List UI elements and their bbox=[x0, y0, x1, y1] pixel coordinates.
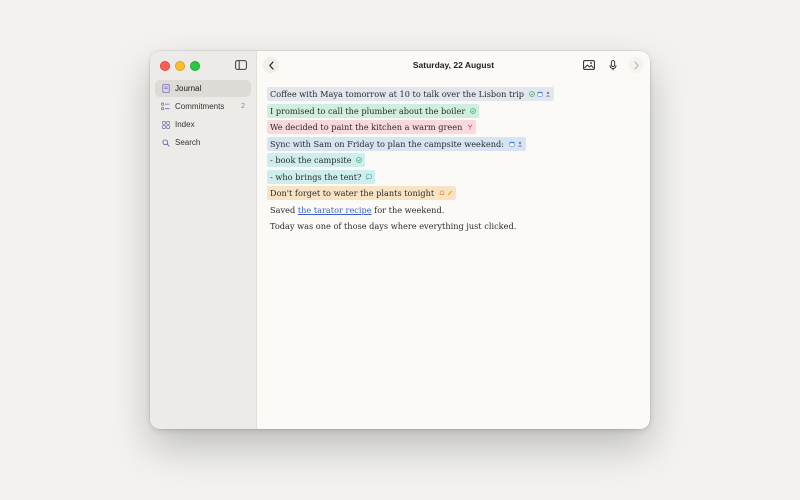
person-icon bbox=[545, 91, 551, 97]
dictation-button[interactable] bbox=[606, 59, 620, 71]
entry-text-prefix: Saved bbox=[270, 204, 298, 215]
sidebar-item-index[interactable]: Index bbox=[155, 116, 251, 133]
forward-button[interactable] bbox=[628, 57, 644, 73]
person-icon bbox=[517, 141, 523, 147]
app-window: Journal Commitments 2 Index Search Satur… bbox=[150, 51, 650, 429]
journal-main: Saturday, 22 August Coffee with Maya tom… bbox=[257, 51, 650, 429]
journal-entry: I promised to call the plumber about the… bbox=[267, 103, 640, 120]
microphone-icon bbox=[609, 59, 617, 70]
close-window-button[interactable] bbox=[160, 61, 170, 71]
sidebar-item-label: Index bbox=[175, 120, 195, 129]
check-icon bbox=[470, 107, 477, 114]
maximize-window-button[interactable] bbox=[190, 61, 200, 71]
commitments-count-badge: 2 bbox=[241, 103, 245, 110]
entry-text: Saved the tarator recipe for the weekend… bbox=[267, 205, 447, 215]
entry-text: Today was one of those days where everyt… bbox=[270, 221, 517, 232]
journal-entry: Sync with Sam on Friday to plan the camp… bbox=[267, 136, 640, 153]
entry-highlight[interactable]: Sync with Sam on Friday to plan the camp… bbox=[267, 136, 526, 151]
window-controls bbox=[160, 61, 200, 71]
entry-text: Don't forget to water the plants tonight bbox=[270, 188, 435, 199]
journal-entry: Saved the tarator recipe for the weekend… bbox=[267, 202, 640, 219]
sidebar-item-label: Search bbox=[175, 138, 201, 147]
image-icon bbox=[583, 60, 595, 70]
pencil-icon bbox=[447, 190, 453, 196]
sidebar-toggle-button[interactable] bbox=[234, 59, 248, 71]
entry-highlight[interactable]: - who brings the tent? bbox=[267, 169, 376, 184]
entry-tags bbox=[356, 157, 363, 164]
entry-text: - book the campsite bbox=[270, 155, 352, 166]
check-icon bbox=[356, 157, 363, 164]
toolbar: Saturday, 22 August bbox=[257, 51, 650, 79]
search-icon bbox=[161, 138, 170, 147]
sidebar-item-label: Journal bbox=[175, 84, 202, 93]
entry-text: - who brings the tent? bbox=[270, 171, 362, 182]
entry-text: Sync with Sam on Friday to plan the camp… bbox=[270, 138, 504, 149]
entry-tags bbox=[439, 190, 453, 196]
calendar-icon bbox=[509, 141, 515, 147]
journal-entry: Don't forget to water the plants tonight bbox=[267, 185, 640, 202]
entry-highlight[interactable]: - book the campsite bbox=[267, 153, 366, 168]
entry-text: I promised to call the plumber about the… bbox=[270, 105, 466, 116]
minimize-window-button[interactable] bbox=[175, 61, 185, 71]
entry-tags bbox=[509, 141, 523, 147]
check-icon bbox=[529, 91, 535, 98]
entry-highlight[interactable]: Coffee with Maya tomorrow at 10 to talk … bbox=[267, 87, 555, 102]
journal-entry: Coffee with Maya tomorrow at 10 to talk … bbox=[267, 86, 640, 103]
entry-text-suffix: for the weekend. bbox=[371, 204, 445, 215]
sidebar-item-commitments[interactable]: Commitments 2 bbox=[155, 98, 251, 115]
journal-icon bbox=[161, 84, 170, 93]
entry-highlight[interactable]: I promised to call the plumber about the… bbox=[267, 103, 480, 118]
recipe-link[interactable]: the tarator recipe bbox=[298, 205, 372, 215]
entry-tags bbox=[366, 173, 373, 180]
sidebar: Journal Commitments 2 Index Search bbox=[150, 51, 257, 429]
chevron-right-icon bbox=[633, 60, 639, 70]
decision-fork-icon bbox=[467, 124, 473, 130]
journal-entry: We decided to paint the kitchen a warm g… bbox=[267, 119, 640, 136]
journal-entry: Today was one of those days where everyt… bbox=[267, 218, 640, 235]
entry-text: Coffee with Maya tomorrow at 10 to talk … bbox=[270, 89, 525, 100]
entry-tags bbox=[467, 124, 473, 130]
commitments-icon bbox=[161, 102, 170, 111]
journal-entry: - book the campsite bbox=[267, 152, 640, 169]
question-bubble-icon bbox=[366, 173, 373, 180]
entry-highlight[interactable]: We decided to paint the kitchen a warm g… bbox=[267, 120, 477, 135]
entry-tags bbox=[529, 91, 551, 98]
entry-tags bbox=[470, 107, 477, 114]
insert-image-button[interactable] bbox=[582, 59, 596, 71]
sidebar-toggle-icon bbox=[235, 60, 247, 70]
journal-entry: - who brings the tent? bbox=[267, 169, 640, 186]
journal-entries: Coffee with Maya tomorrow at 10 to talk … bbox=[267, 86, 640, 235]
entry-text: We decided to paint the kitchen a warm g… bbox=[270, 122, 463, 133]
entry-highlight[interactable]: Don't forget to water the plants tonight bbox=[267, 186, 457, 201]
bell-icon bbox=[439, 190, 445, 196]
sidebar-item-label: Commitments bbox=[175, 102, 225, 111]
index-grid-icon bbox=[161, 120, 170, 129]
calendar-icon bbox=[537, 91, 543, 97]
sidebar-item-search[interactable]: Search bbox=[155, 134, 251, 151]
sidebar-nav: Journal Commitments 2 Index Search bbox=[155, 80, 251, 152]
sidebar-item-journal[interactable]: Journal bbox=[155, 80, 251, 97]
